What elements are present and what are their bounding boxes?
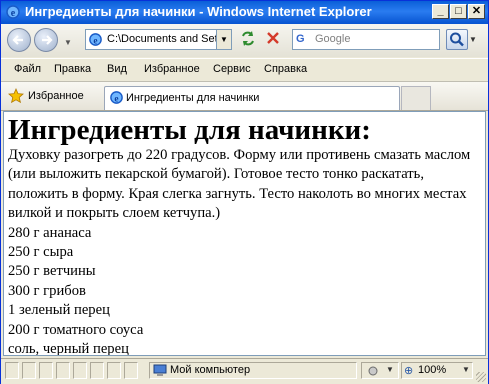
svg-text:e: e: [93, 36, 97, 46]
address-text[interactable]: C:\Documents and Settings\: [107, 33, 217, 45]
resize-grip[interactable]: [476, 372, 486, 382]
ingredient-item: 200 г томатного соуса: [8, 321, 144, 338]
star-icon: [8, 88, 24, 104]
search-box[interactable]: G Google: [292, 29, 440, 50]
google-logo-icon: G: [296, 32, 311, 47]
history-dropdown-icon[interactable]: ▼: [64, 38, 72, 47]
stop-button[interactable]: [263, 29, 285, 50]
tab-label: Ингредиенты для начинки: [126, 92, 260, 104]
instructions-text: Духовку разогреть до 220 градусов. Форму…: [8, 147, 471, 222]
zone-label: Мой компьютер: [170, 364, 251, 376]
svg-text:e: e: [114, 94, 118, 104]
computer-icon: [153, 364, 167, 376]
menu-tools[interactable]: Сервис: [213, 63, 251, 75]
status-cell: [90, 362, 104, 379]
chevron-down-icon: ▼: [462, 365, 470, 374]
address-dropdown-icon[interactable]: ▼: [216, 30, 231, 49]
menu-edit[interactable]: Правка: [54, 63, 91, 75]
svg-text:e: e: [11, 8, 16, 19]
ie-logo-icon: e: [110, 91, 123, 104]
stop-icon: [267, 32, 279, 44]
browser-window: e Ингредиенты для начинки - Windows Inte…: [0, 0, 489, 384]
status-cell: [107, 362, 121, 379]
window-title: Ингредиенты для начинки - Windows Intern…: [25, 4, 372, 19]
address-bar[interactable]: e C:\Documents and Settings\ ▼: [85, 29, 232, 50]
refresh-icon: [242, 31, 254, 46]
ie-logo-icon: e: [6, 5, 20, 19]
zoom-level: 100%: [418, 364, 447, 376]
refresh-button[interactable]: [238, 29, 260, 50]
ingredient-item: 1 зеленый перец: [8, 302, 110, 319]
back-button[interactable]: [7, 28, 31, 52]
page-heading: Ингредиенты для начинки:: [8, 114, 371, 146]
search-button[interactable]: [446, 29, 468, 50]
menu-favorites[interactable]: Избранное: [144, 63, 200, 75]
settings-icon: [368, 366, 378, 376]
tab-active[interactable]: e Ингредиенты для начинки: [104, 86, 400, 110]
search-input[interactable]: Google: [315, 33, 350, 45]
status-cell: [73, 362, 87, 379]
zoom-control[interactable]: ⊕ 100% ▼: [401, 362, 473, 379]
menu-view[interactable]: Вид: [107, 63, 127, 75]
status-cell: [124, 362, 138, 379]
ingredient-item: 250 г сыра: [8, 244, 74, 261]
favorites-label: Избранное: [28, 90, 84, 102]
chevron-down-icon: ▼: [386, 365, 394, 374]
status-bar: Мой компьютер ▼ ⊕ 100% ▼: [1, 358, 488, 384]
status-cell: [56, 362, 70, 379]
minimize-button[interactable]: _: [432, 4, 449, 19]
status-cell: [5, 362, 19, 379]
ingredient-item: 300 г грибов: [8, 282, 86, 299]
menu-bar: Файл Правка Вид Избранное Сервис Справка: [1, 58, 488, 82]
back-arrow-icon: [12, 35, 23, 45]
page-content: Ингредиенты для начинки: Духовку разогре…: [3, 111, 486, 356]
status-cell: [22, 362, 36, 379]
ie-logo-icon: e: [89, 33, 102, 46]
search-options-icon[interactable]: ▼: [469, 35, 477, 44]
magnifier-icon: [450, 32, 464, 47]
protected-mode-indicator[interactable]: ▼: [361, 362, 399, 379]
ingredient-item: 250 г ветчины: [8, 263, 96, 280]
ingredient-item: 280 г ананаса: [8, 224, 92, 241]
maximize-button[interactable]: □: [450, 4, 467, 19]
menu-file[interactable]: Файл: [14, 63, 41, 75]
status-cell: [39, 362, 53, 379]
zoom-icon: ⊕: [404, 365, 414, 377]
title-bar[interactable]: e Ингредиенты для начинки - Windows Inte…: [1, 1, 488, 24]
security-zone[interactable]: Мой компьютер: [149, 362, 357, 379]
forward-button[interactable]: [34, 28, 58, 52]
close-button[interactable]: ✕: [468, 4, 485, 19]
favorites-bar: Избранное e Ингредиенты для начинки: [1, 82, 488, 111]
forward-arrow-icon: [42, 35, 53, 45]
new-tab-button[interactable]: [401, 86, 431, 110]
navigation-bar: ▼ e C:\Documents and Settings\ ▼ G: [1, 24, 488, 57]
ingredient-item: соль, черный перец: [8, 341, 129, 356]
menu-help[interactable]: Справка: [264, 63, 307, 75]
